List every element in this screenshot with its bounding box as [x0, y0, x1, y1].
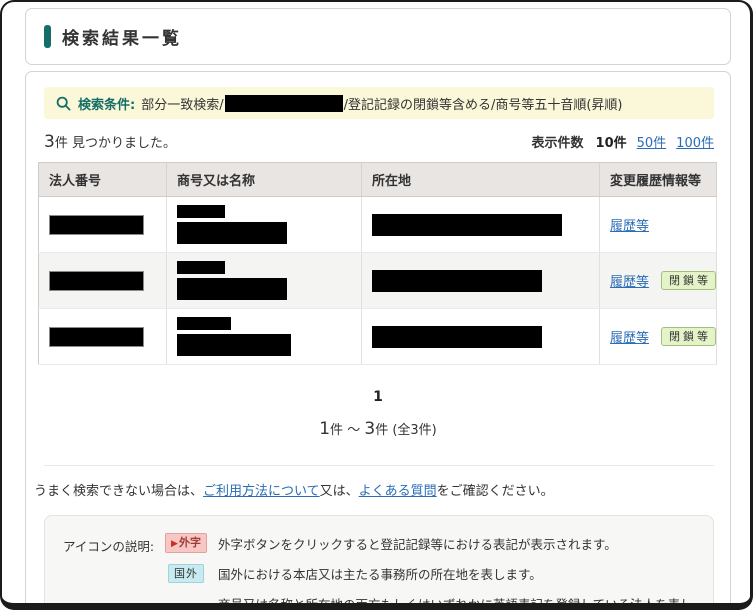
table-row: 履歴等 閉鎖等 [39, 309, 717, 365]
pagination: 1 [26, 389, 730, 405]
kokugai-description: 国外における本店又は主たる事務所の所在地を表します。 [218, 564, 542, 583]
english-description: 商号又は名称と所在地の両方もしくはいずれかに英語表記を登録している法人を表します… [218, 594, 699, 610]
faq-link[interactable]: よくある質問 [359, 484, 437, 499]
search-condition-value: 部分一致検索/ /登記記録の閉鎖等含める/商号等五十音順(昇順) [141, 94, 622, 113]
display-count-label: 表示件数 [532, 132, 584, 151]
header-address: 所在地 [362, 163, 600, 197]
search-icon [56, 96, 71, 111]
icon-legend-rows: ▶外字 外字ボタンをクリックすると登記記録等における表記が表示されます。 国外 … [160, 533, 699, 610]
display-option-10: 10件 [596, 132, 627, 151]
history-link[interactable]: 履歴等 [610, 271, 649, 290]
results-count-number: 3 [44, 132, 55, 152]
redacted-address [372, 270, 542, 292]
display-option-100[interactable]: 100件 [676, 132, 714, 151]
legend-item-english: 英語表記 商号又は名称と所在地の両方もしくはいずれかに英語表記を登録している法人… [160, 594, 699, 610]
display-option-50[interactable]: 50件 [637, 132, 667, 151]
display-count-options: 表示件数 10件 50件 100件 [532, 132, 714, 151]
redacted-address [372, 214, 562, 236]
closed-badge: 閉鎖等 [661, 271, 716, 290]
header-corporate-number: 法人番号 [39, 163, 167, 197]
redacted-company-name [177, 334, 291, 356]
range-to-unit: 件 [375, 423, 388, 438]
icon-legend-box: アイコンの説明: ▶外字 外字ボタンをクリックすると登記記録等における表記が表示… [44, 515, 714, 610]
redacted-company-name [177, 278, 287, 300]
results-summary-row: 3件 見つかりました。 表示件数 10件 50件 100件 [44, 132, 714, 152]
window-frame: 検索結果一覧 検索条件: 部分一致検索/ /登記記録の閉鎖等含める/商号等五十音… [0, 0, 753, 610]
title-accent-bar [44, 25, 51, 48]
redacted-furigana [177, 261, 225, 274]
header-company-name: 商号又は名称 [167, 163, 362, 197]
current-page-number: 1 [373, 389, 383, 405]
kokugai-badge-icon: 国外 [168, 564, 204, 583]
help-text-post: をご確認ください。 [437, 484, 554, 499]
result-range-text: 1件 ～ 3件 (全3件) [26, 419, 730, 439]
search-condition-bar: 検索条件: 部分一致検索/ /登記記録の閉鎖等含める/商号等五十音順(昇順) [44, 87, 714, 119]
results-count: 3件 見つかりました。 [44, 132, 176, 152]
help-text-mid: 又は、 [320, 484, 359, 499]
results-count-text: 件 見つかりました。 [55, 136, 176, 151]
redacted-corporate-number [49, 215, 144, 235]
redacted-furigana [177, 205, 225, 218]
legend-item-gaiji: ▶外字 外字ボタンをクリックすると登記記録等における表記が表示されます。 [160, 533, 699, 553]
search-condition-label: 検索条件: [78, 94, 135, 113]
redacted-address [372, 326, 542, 348]
history-link[interactable]: 履歴等 [610, 327, 649, 346]
gaiji-badge-label: 外字 [179, 536, 201, 549]
results-panel: 検索条件: 部分一致検索/ /登記記録の閉鎖等含める/商号等五十音順(昇順) 3… [25, 71, 731, 610]
redacted-furigana [177, 317, 231, 330]
table-row: 履歴等 閉鎖等 [39, 253, 717, 309]
header-change-history: 変更履歴情報等 [600, 163, 717, 197]
legend-item-kokugai: 国外 国外における本店又は主たる事務所の所在地を表します。 [160, 564, 699, 583]
redacted-corporate-number [49, 327, 144, 347]
redacted-company-name [177, 222, 287, 244]
page-title: 検索結果一覧 [62, 24, 182, 49]
search-condition-suffix: /登記記録の閉鎖等含める/商号等五十音順(昇順) [344, 94, 623, 113]
usage-guide-link[interactable]: ご利用方法について [203, 484, 320, 499]
search-condition-prefix: 部分一致検索/ [141, 94, 223, 113]
help-text-pre: うまく検索できない場合は、 [34, 484, 203, 499]
help-text: うまく検索できない場合は、ご利用方法について又は、よくある質問をご確認ください。 [34, 480, 714, 499]
range-total: (全3件) [392, 423, 436, 438]
table-row: 履歴等 [39, 197, 717, 253]
range-separator: ～ [347, 423, 360, 438]
closed-badge: 閉鎖等 [661, 327, 716, 346]
gaiji-arrow-icon: ▶ [171, 539, 178, 549]
section-divider [44, 465, 714, 466]
redacted-corporate-number [49, 271, 144, 291]
table-header-row: 法人番号 商号又は名称 所在地 変更履歴情報等 [39, 163, 717, 197]
history-link[interactable]: 履歴等 [610, 215, 649, 234]
icon-legend-label: アイコンの説明: [63, 533, 160, 610]
range-from: 1 [319, 419, 330, 439]
gaiji-description: 外字ボタンをクリックすると登記記録等における表記が表示されます。 [218, 534, 617, 553]
results-table: 法人番号 商号又は名称 所在地 変更履歴情報等 履歴等 [38, 162, 717, 365]
title-card: 検索結果一覧 [25, 8, 731, 65]
redacted-search-keyword [225, 95, 343, 112]
gaiji-badge-icon: ▶外字 [165, 533, 207, 553]
range-from-unit: 件 [330, 423, 343, 438]
range-to: 3 [364, 419, 375, 439]
english-badge-icon: 英語表記 [158, 604, 214, 610]
